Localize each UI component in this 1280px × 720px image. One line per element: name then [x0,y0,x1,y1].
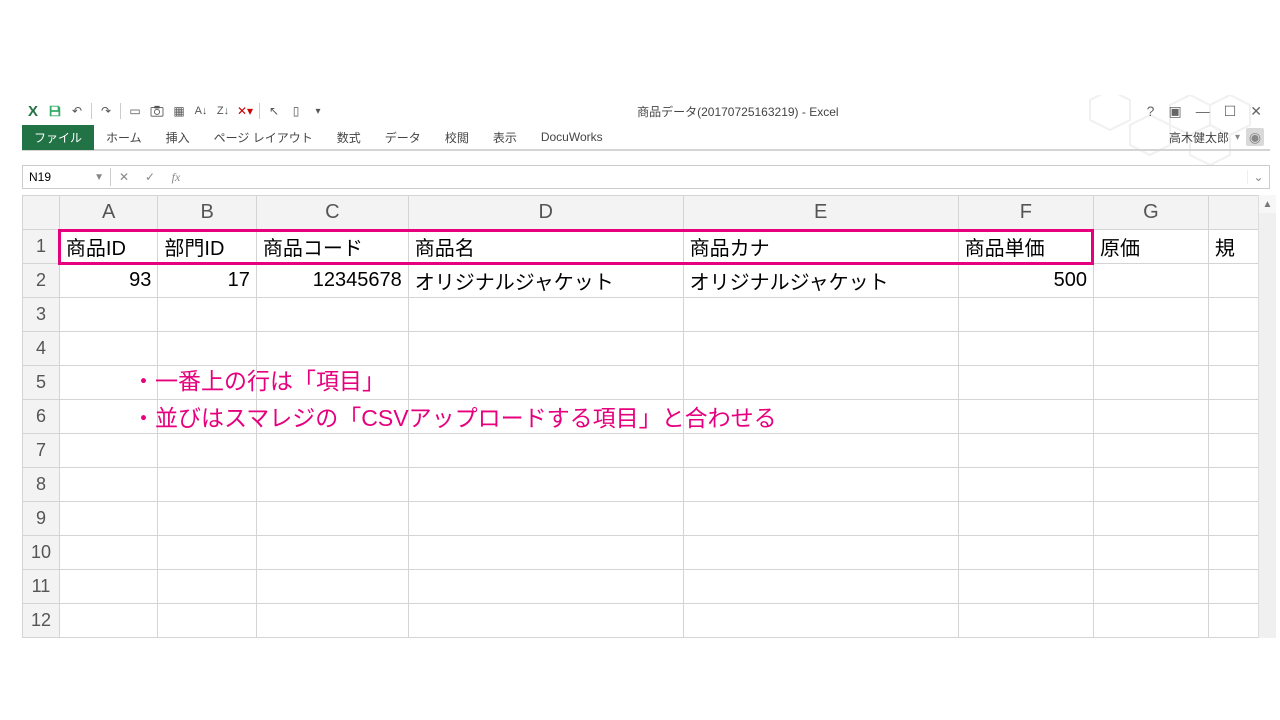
undo-icon[interactable]: ↶ [66,104,88,118]
tab-insert[interactable]: 挿入 [154,125,202,150]
tab-review[interactable]: 校閲 [433,125,481,150]
maximize-icon[interactable]: ☐ [1224,103,1237,120]
cell-G2[interactable] [1094,264,1209,298]
formula-input[interactable] [189,175,1247,179]
cell-D2[interactable]: オリジナルジャケット [408,264,683,298]
col-header-D[interactable]: D [408,196,683,230]
cell-E2[interactable]: オリジナルジャケット [683,264,958,298]
cell-C1[interactable]: 商品コード [256,230,408,264]
user-name[interactable]: 高木健太郎 [1169,129,1229,146]
cell-F1[interactable]: 商品単価 [958,230,1093,264]
row-header[interactable]: 11 [23,570,60,604]
tab-pagelayout[interactable]: ページ レイアウト [202,125,325,150]
vertical-scrollbar[interactable]: ▲ [1258,195,1276,638]
row-header[interactable]: 3 [23,298,60,332]
row-header[interactable]: 1 [23,230,60,264]
cell-A1[interactable]: 商品ID [59,230,157,264]
row-header[interactable]: 9 [23,502,60,536]
fx-icon[interactable]: fx [163,170,189,185]
app-icon: X [22,103,44,120]
col-header-C[interactable]: C [256,196,408,230]
cursor-icon[interactable]: ↖ [263,104,285,118]
col-header-E[interactable]: E [683,196,958,230]
name-box[interactable]: N19▼ [23,168,111,186]
row-header[interactable]: 10 [23,536,60,570]
cell-B1[interactable]: 部門ID [158,230,256,264]
minimize-icon[interactable]: — [1196,103,1210,119]
tab-file[interactable]: ファイル [22,125,94,150]
accept-formula-icon[interactable]: ✓ [137,170,163,185]
col-header-F[interactable]: F [958,196,1093,230]
close-icon[interactable]: ✕ [1250,103,1262,120]
save-icon[interactable] [44,104,66,118]
redo-icon[interactable]: ↷ [95,104,117,118]
tab-data[interactable]: データ [373,125,433,150]
cell-E1[interactable]: 商品カナ [683,230,958,264]
row-header[interactable]: 12 [23,604,60,638]
qat-more-icon[interactable]: ▾ [307,106,329,117]
cell-C2[interactable]: 12345678 [256,264,408,298]
scroll-up-icon[interactable]: ▲ [1259,195,1276,213]
ribbon-collapse-icon[interactable]: ▣ [1168,103,1181,120]
help-icon[interactable]: ? [1147,103,1155,119]
row-header[interactable]: 6 [23,400,60,434]
sort-asc-icon[interactable]: A↓ [190,105,212,117]
col-header-B[interactable]: B [158,196,256,230]
select-all-corner[interactable] [23,196,60,230]
clear-icon[interactable]: ✕▾ [234,104,256,118]
row-header[interactable]: 5 [23,366,60,400]
row-header[interactable]: 4 [23,332,60,366]
avatar[interactable]: ◉ [1246,128,1264,146]
cancel-formula-icon[interactable]: ✕ [111,170,137,185]
cell-D1[interactable]: 商品名 [408,230,683,264]
cell-G1[interactable]: 原価 [1094,230,1209,264]
sort-desc-icon[interactable]: Z↓ [212,105,234,117]
tab-home[interactable]: ホーム [94,125,154,150]
expand-formula-icon[interactable]: ⌄ [1247,170,1269,184]
new-icon[interactable]: ▭ [124,104,146,118]
calc-icon[interactable]: ▦ [168,104,190,118]
tab-formulas[interactable]: 数式 [325,125,373,150]
tab-docuworks[interactable]: DocuWorks [529,126,615,148]
cell-B2[interactable]: 17 [158,264,256,298]
tab-view[interactable]: 表示 [481,125,529,150]
col-header-A[interactable]: A [59,196,157,230]
clipboard-icon[interactable]: ▯ [285,104,307,118]
row-header[interactable]: 8 [23,468,60,502]
ribbon-tabs: ファイル ホーム 挿入 ページ レイアウト 数式 データ 校閲 表示 DocuW… [22,124,1270,150]
cell-F2[interactable]: 500 [958,264,1093,298]
cell-A2[interactable]: 93 [59,264,157,298]
camera-icon[interactable] [146,105,168,117]
annotation-text: ・一番上の行は「項目」 ・並びはスマレジの「CSVアップロードする項目」と合わせ… [132,363,777,437]
col-header-G[interactable]: G [1094,196,1209,230]
row-header[interactable]: 7 [23,434,60,468]
row-header[interactable]: 2 [23,264,60,298]
window-title: 商品データ(20170725163219) - Excel [329,103,1147,120]
